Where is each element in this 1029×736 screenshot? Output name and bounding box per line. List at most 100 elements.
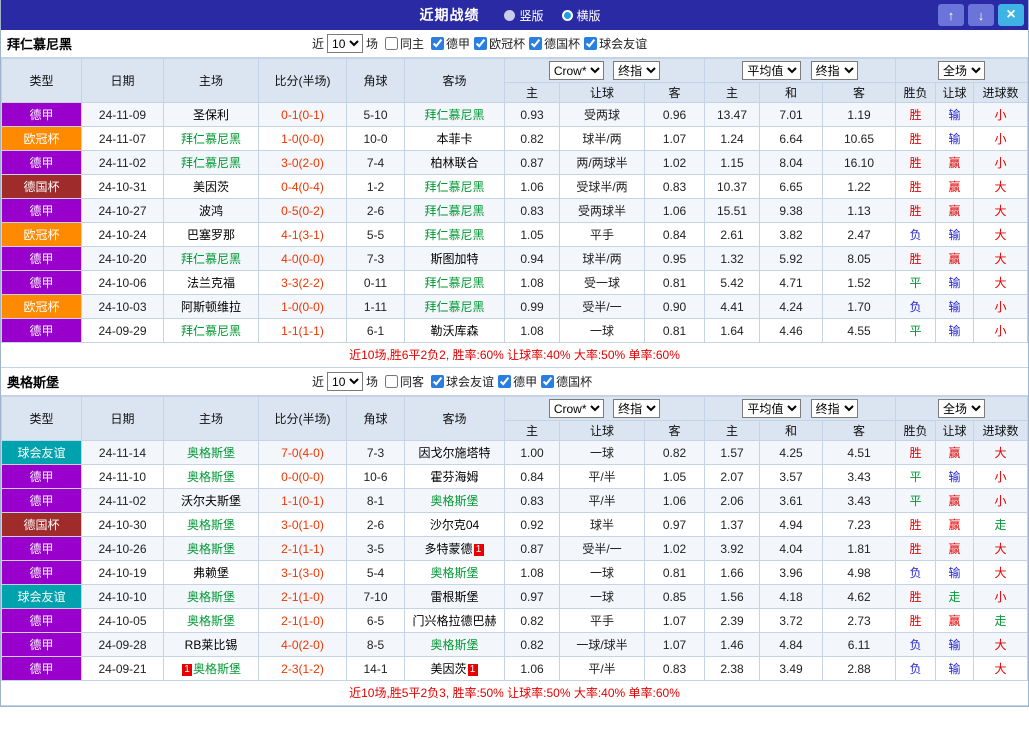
scroll-down-button[interactable]: ↓ (968, 4, 994, 26)
away-team-cell[interactable]: 拜仁慕尼黑 (404, 294, 505, 319)
same-venue-input[interactable] (385, 375, 399, 388)
league-checkbox-label: 德甲 (446, 36, 471, 51)
away-team-cell[interactable]: 奥格斯堡 (404, 488, 505, 513)
away-team-cell[interactable]: 多特蒙德 1 (404, 536, 505, 561)
away-team-cell[interactable]: 拜仁慕尼黑 (404, 174, 505, 199)
away-team-cell[interactable]: 斯图加特 (404, 246, 505, 271)
scroll-up-button[interactable]: ↑ (938, 4, 964, 26)
match-result-cell: 负 (895, 294, 937, 319)
col-euro-draw: 和 (759, 82, 823, 103)
home-team-cell[interactable]: 拜仁慕尼黑 (163, 318, 259, 343)
league-checkbox-input[interactable] (498, 374, 512, 388)
home-team-cell[interactable]: 法兰克福 (163, 270, 259, 295)
same-venue-checkbox[interactable]: 同主 (385, 35, 424, 52)
layout-option-vertical[interactable]: 竖版 (504, 7, 544, 24)
match-row: 德甲 24-10-20 拜仁慕尼黑 4-0(0-0) 7-3 斯图加特 0.94 球半/两 0.… (1, 246, 1028, 271)
average-time-select[interactable]: 终指 (810, 399, 858, 418)
odds-time-select[interactable]: 终指 (613, 61, 661, 80)
home-team-cell[interactable]: 波鸿 (163, 198, 259, 223)
average-select[interactable]: 平均值 (742, 399, 802, 418)
corner-cell: 3-5 (346, 536, 405, 561)
home-team-cell[interactable]: 奥格斯堡 (163, 608, 259, 633)
handicap-result-cell: 输 (935, 126, 975, 151)
home-team-cell[interactable]: 奥格斯堡 (163, 440, 259, 465)
away-team-cell[interactable]: 拜仁慕尼黑 (404, 198, 505, 223)
odds-time-select[interactable]: 终指 (613, 399, 661, 418)
average-select[interactable]: 平均值 (742, 61, 802, 80)
filters: 近 10 场 同主 德甲 欧冠杯 德国杯 球会友谊 (312, 34, 647, 53)
euro-home-odds-cell: 2.38 (704, 656, 760, 681)
home-team-cell[interactable]: 弗赖堡 (163, 560, 259, 585)
scope-select[interactable]: 全场 (938, 399, 985, 418)
league-checkbox-input[interactable] (474, 36, 488, 50)
away-team-cell[interactable]: 拜仁慕尼黑 (404, 102, 505, 127)
close-button[interactable]: × (998, 4, 1024, 26)
home-team-cell[interactable]: 奥格斯堡 (163, 464, 259, 489)
home-team-cell[interactable]: 拜仁慕尼黑 (163, 150, 259, 175)
red-card-badge: 1 (467, 664, 478, 676)
odds-source-select[interactable]: Crow* (548, 61, 604, 80)
home-team-cell[interactable]: 美因茨 (163, 174, 259, 199)
home-team-cell[interactable]: 圣保利 (163, 102, 259, 127)
league-type-cell: 德甲 (1, 246, 82, 271)
asian-away-odds-cell: 1.02 (644, 536, 705, 561)
league-checkbox-球会友谊[interactable]: 球会友谊 (584, 35, 647, 52)
league-checkbox-欧冠杯[interactable]: 欧冠杯 (474, 35, 525, 52)
team-name[interactable]: 奥格斯堡 (7, 372, 107, 391)
league-checkbox-德国杯[interactable]: 德国杯 (541, 373, 592, 390)
recent-count-select[interactable]: 10 (327, 372, 364, 391)
league-checkbox-input[interactable] (431, 36, 445, 50)
away-team-cell[interactable]: 本菲卡 (404, 126, 505, 151)
away-team-cell[interactable]: 柏林联合 (404, 150, 505, 175)
home-team-cell[interactable]: RB莱比锡 (163, 632, 259, 657)
odds-source-select[interactable]: Crow* (548, 399, 604, 418)
league-checkbox-德甲[interactable]: 德甲 (498, 373, 537, 390)
away-team-cell[interactable]: 美因茨 1 (404, 656, 505, 681)
away-team-cell[interactable]: 勒沃库森 (404, 318, 505, 343)
home-team-cell[interactable]: 巴塞罗那 (163, 222, 259, 247)
home-team-cell[interactable]: 奥格斯堡 (163, 584, 259, 609)
league-checkbox-input[interactable] (529, 36, 543, 50)
average-time-select[interactable]: 终指 (810, 61, 858, 80)
away-team-cell[interactable]: 拜仁慕尼黑 (404, 270, 505, 295)
same-venue-input[interactable] (385, 37, 399, 50)
layout-option-horizontal[interactable]: 横版 (561, 7, 601, 24)
home-team-cell[interactable]: 奥格斯堡 (163, 536, 259, 561)
euro-home-odds-cell: 1.32 (704, 246, 760, 271)
summary-line: 近10场,胜6平2负2, 胜率:60% 让球率:40% 大率:50% 单率:60… (1, 343, 1028, 368)
home-team-cell[interactable]: 阿斯顿维拉 (163, 294, 259, 319)
league-checkbox-球会友谊[interactable]: 球会友谊 (431, 373, 494, 390)
handicap-result-cell: 输 (935, 632, 975, 657)
euro-draw-odds-cell: 5.92 (759, 246, 823, 271)
scope-select[interactable]: 全场 (938, 61, 985, 80)
league-filter-group: 德甲 欧冠杯 德国杯 球会友谊 (427, 35, 647, 53)
recent-count-select[interactable]: 10 (327, 34, 364, 53)
home-team-cell[interactable]: 1 奥格斯堡 (163, 656, 259, 681)
away-team-cell[interactable]: 奥格斯堡 (404, 560, 505, 585)
home-team-cell[interactable]: 拜仁慕尼黑 (163, 126, 259, 151)
home-team-cell[interactable]: 沃尔夫斯堡 (163, 488, 259, 513)
away-team-cell[interactable]: 因戈尔施塔特 (404, 440, 505, 465)
home-team-cell[interactable]: 奥格斯堡 (163, 512, 259, 537)
league-checkbox-input[interactable] (431, 374, 445, 388)
same-venue-checkbox[interactable]: 同客 (385, 373, 424, 390)
match-result-cell: 胜 (895, 198, 937, 223)
team-name[interactable]: 拜仁慕尼黑 (7, 34, 107, 53)
league-checkbox-德国杯[interactable]: 德国杯 (529, 35, 580, 52)
away-team-cell[interactable]: 拜仁慕尼黑 (404, 222, 505, 247)
league-checkbox-input[interactable] (584, 36, 598, 50)
away-team-cell[interactable]: 奥格斯堡 (404, 632, 505, 657)
league-checkbox-德甲[interactable]: 德甲 (431, 35, 470, 52)
col-euro-away: 客 (821, 420, 897, 441)
away-team-cell[interactable]: 沙尔克04 (404, 512, 505, 537)
away-team-cell[interactable]: 霍芬海姆 (404, 464, 505, 489)
away-team-cell[interactable]: 雷根斯堡 (404, 584, 505, 609)
asian-line-cell: 受两球 (559, 102, 645, 127)
away-team-cell[interactable]: 门兴格拉德巴赫 (404, 608, 505, 633)
league-checkbox-label: 欧冠杯 (489, 36, 526, 51)
home-team-cell[interactable]: 拜仁慕尼黑 (163, 246, 259, 271)
match-date-cell: 24-10-06 (81, 270, 164, 295)
league-checkbox-input[interactable] (541, 374, 555, 388)
euro-draw-odds-cell: 4.94 (759, 512, 823, 537)
score-cell: 3-0(2-0) (258, 150, 347, 175)
